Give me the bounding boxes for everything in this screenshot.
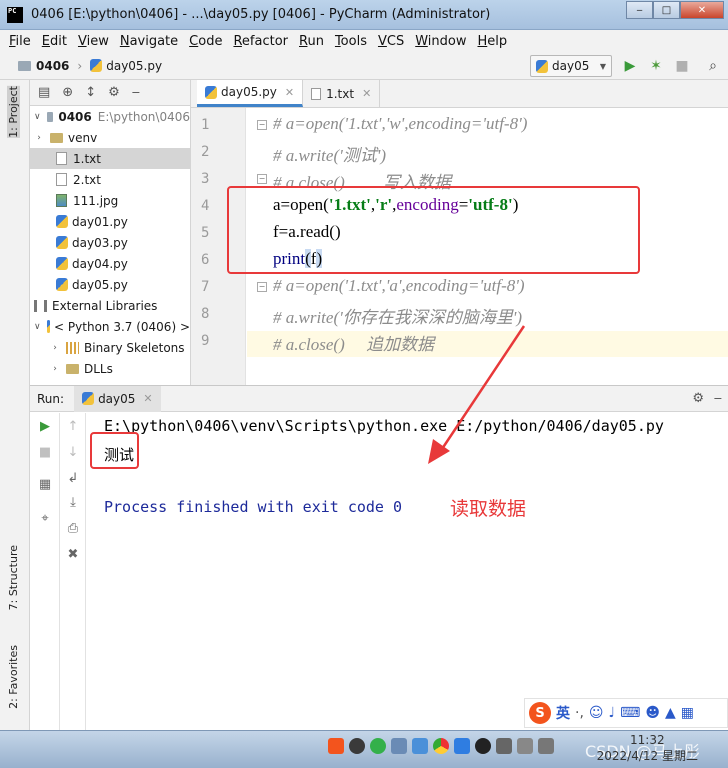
battery-icon[interactable] [517, 738, 533, 754]
sogou-tray-icon[interactable] [328, 738, 344, 754]
skin-icon[interactable]: ▲ [665, 705, 676, 721]
app-tray-icon[interactable] [391, 738, 407, 754]
chrome-icon[interactable] [433, 738, 449, 754]
system-tray [328, 738, 554, 754]
ime-language[interactable]: 英 [556, 703, 570, 723]
user-icon[interactable]: ☻ [645, 705, 660, 721]
keyboard-icon[interactable]: ⌨ [620, 705, 640, 721]
app-tray-icon[interactable] [475, 738, 491, 754]
clock-time: 11:32 [630, 733, 665, 747]
app-tray-icon[interactable] [454, 738, 470, 754]
emoji-icon[interactable]: ☺ [589, 705, 604, 721]
annotation-text: 读取数据 [450, 498, 527, 520]
clock-date: 2022/4/12 星期二 [596, 749, 698, 763]
network-icon[interactable] [496, 738, 512, 754]
wechat-icon[interactable] [370, 738, 386, 754]
app-tray-icon[interactable] [412, 738, 428, 754]
microphone-icon[interactable]: ♩ [609, 705, 616, 721]
clock[interactable]: 11:32 2022/4/12 星期二 [597, 732, 698, 764]
annotation-arrow [428, 325, 526, 464]
sogou-logo-icon[interactable]: S [529, 702, 551, 724]
ime-toolbar: S 英 ·, ☺ ♩ ⌨ ☻ ▲ ▦ [524, 698, 728, 728]
punctuation-icon[interactable]: ·, [575, 705, 584, 721]
volume-icon[interactable] [538, 738, 554, 754]
grid-icon[interactable]: ▦ [681, 705, 694, 721]
app-tray-icon[interactable] [349, 738, 365, 754]
